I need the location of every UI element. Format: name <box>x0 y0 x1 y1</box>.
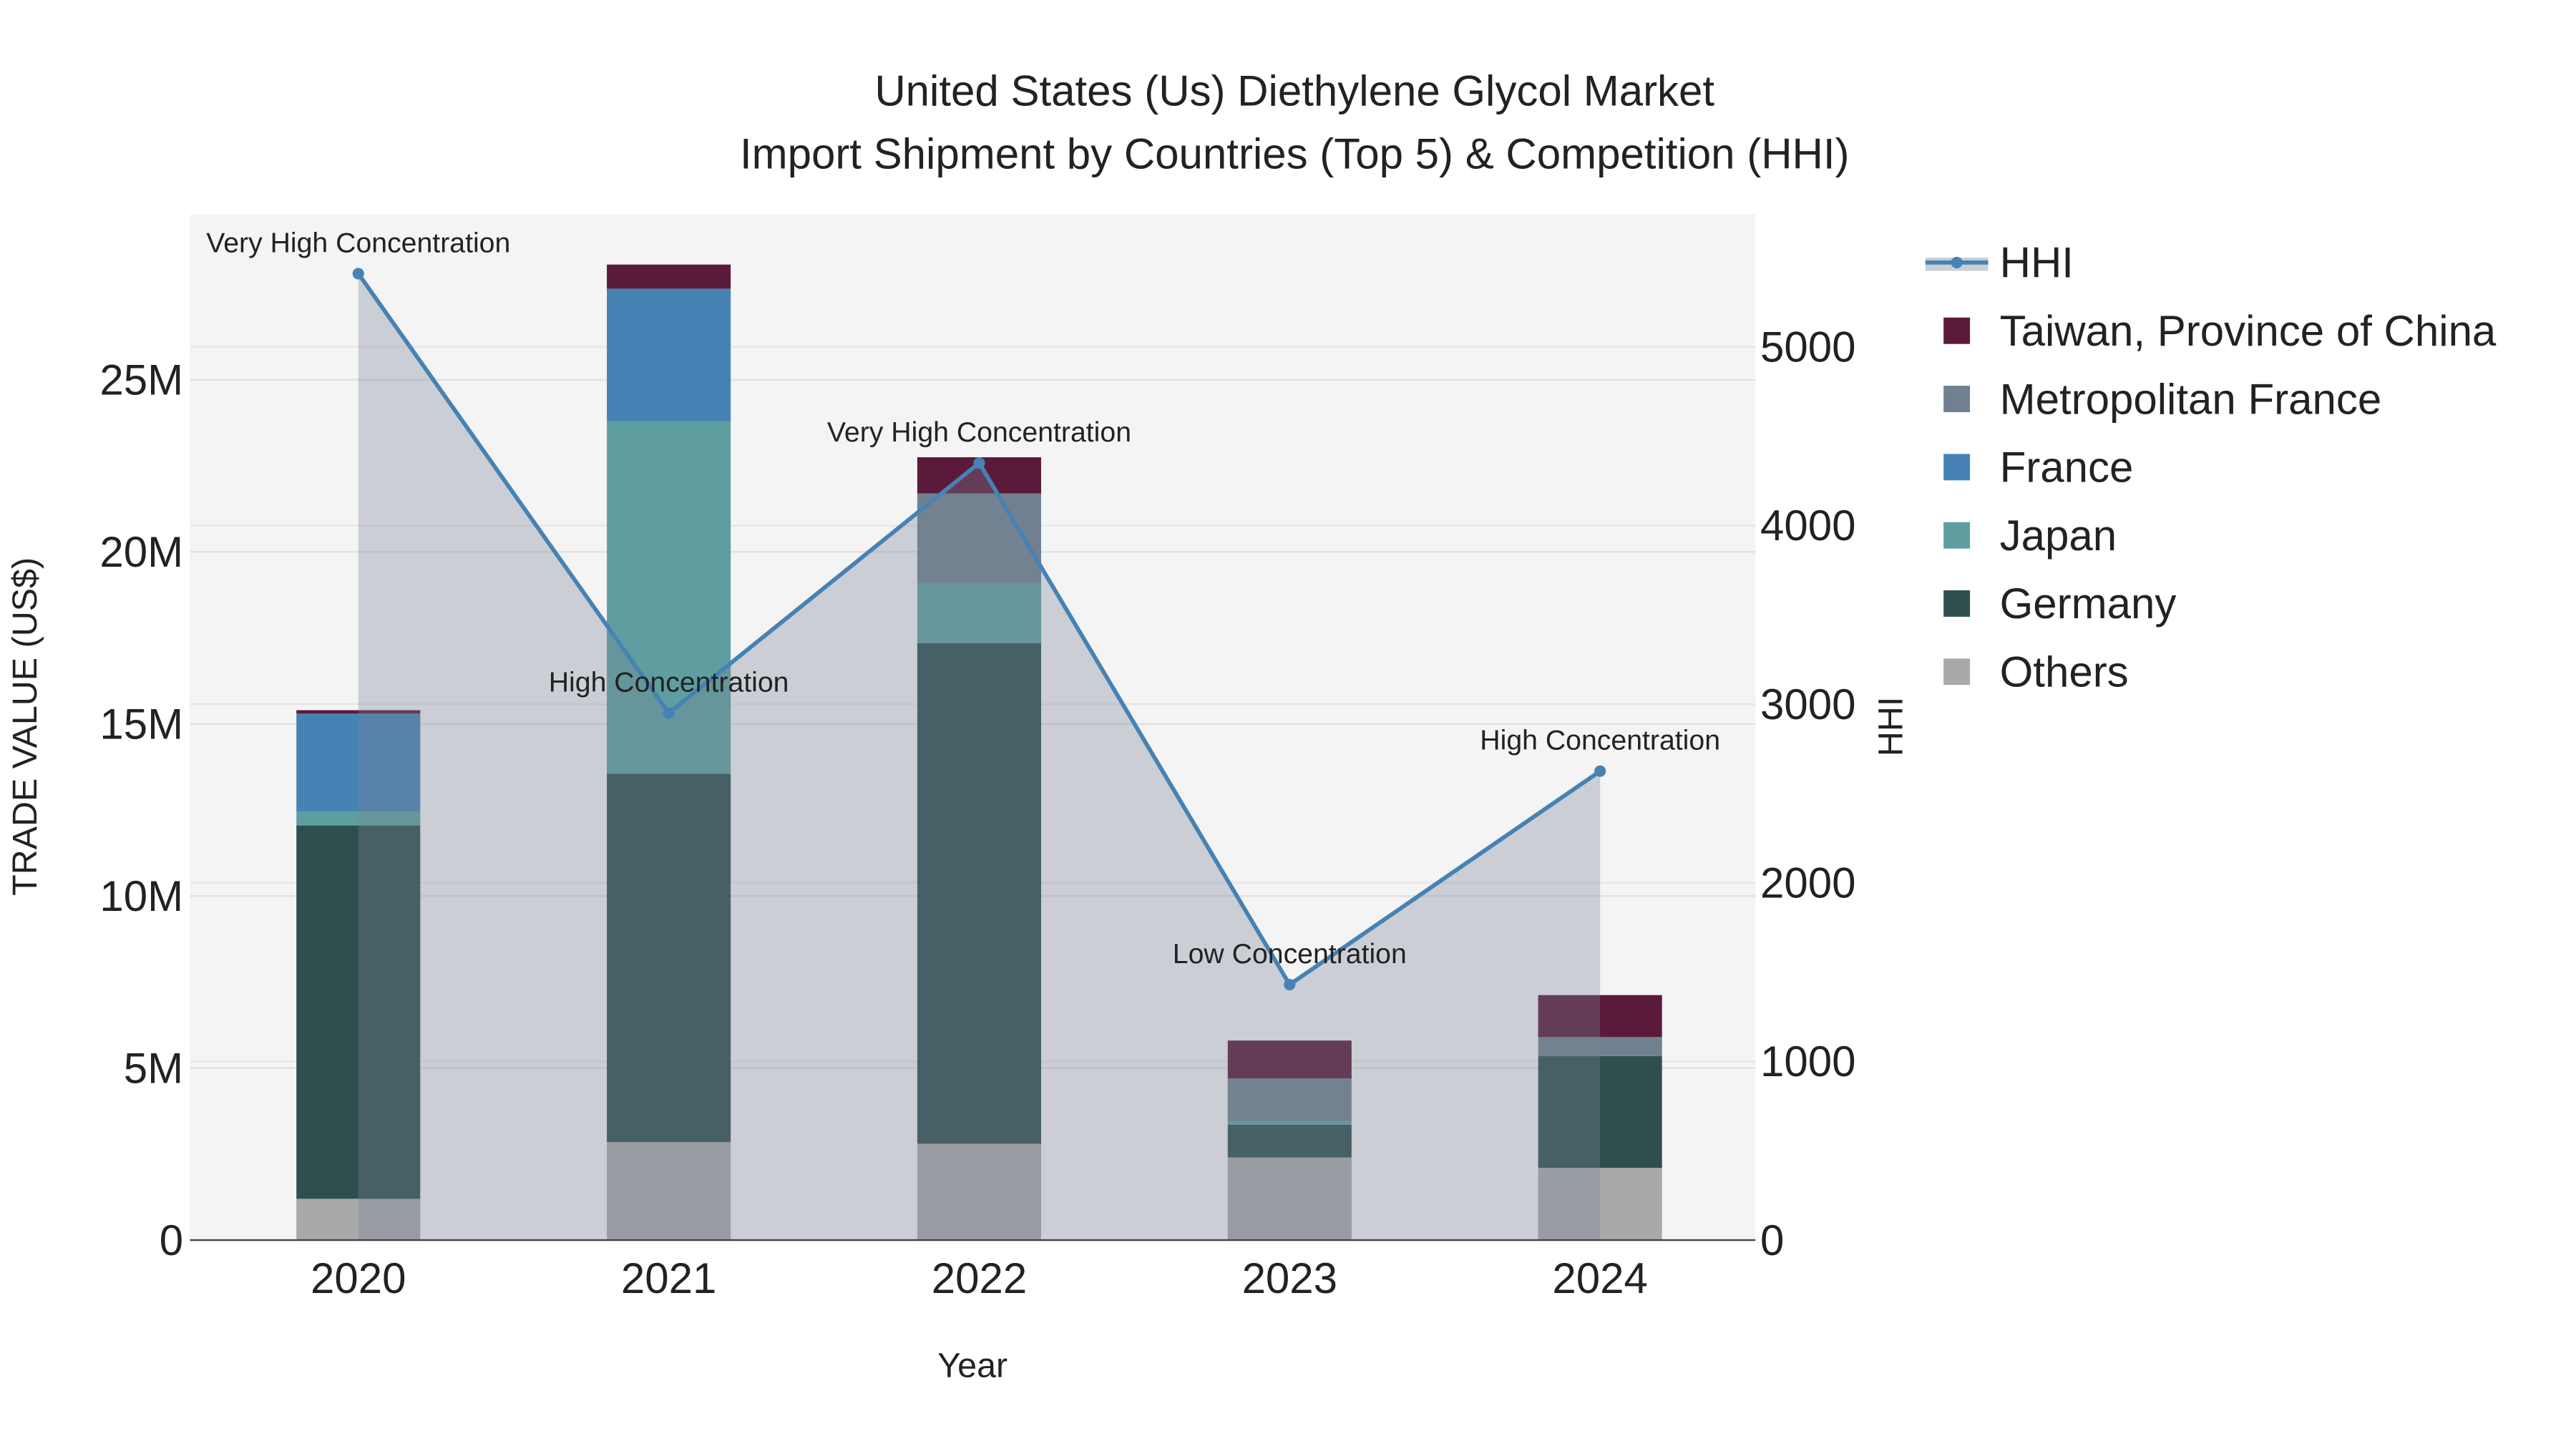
legend-swatch <box>1943 658 1971 686</box>
y-tick-label: 0 <box>160 1216 183 1264</box>
legend-swatch <box>1943 590 1971 617</box>
legend-item-hhi[interactable]: HHI <box>1925 239 2074 287</box>
legend-swatch <box>1943 522 1971 549</box>
hhi-point-2023 <box>1284 978 1296 991</box>
chart: Very High Concentration High Concentratio… <box>6 67 2497 1385</box>
y2-tick-label: 1000 <box>1760 1038 1855 1085</box>
hhi-annotation: High Concentration <box>1480 725 1720 756</box>
chart-subtitle: Import Shipment by Countries (Top 5) & C… <box>740 130 1850 177</box>
hhi-annotation: Low Concentration <box>1173 938 1407 970</box>
legend-item-france[interactable]: France <box>1943 444 2133 492</box>
chart-title: United States (Us) Diethylene Glycol Mar… <box>874 67 1714 115</box>
y-tick-label: 20M <box>99 528 183 576</box>
legend-item-germany[interactable]: Germany <box>1943 580 2176 628</box>
y-tick-label: 15M <box>99 700 183 748</box>
legend-label: Germany <box>2000 580 2177 628</box>
hhi-point-2024 <box>1594 765 1606 777</box>
legend-item-others[interactable]: Others <box>1943 648 2129 696</box>
legend-item-japan[interactable]: Japan <box>1943 512 2117 560</box>
bar-taiwan-province-of-china-2021 <box>607 264 731 289</box>
y-tick-label: 5M <box>124 1044 183 1092</box>
y-tick-label: 10M <box>99 872 183 920</box>
y2-axis-title: HHI <box>1871 697 1910 756</box>
legend-label: France <box>2000 444 2134 492</box>
y2-tick-label: 2000 <box>1760 859 1855 907</box>
hhi-annotation: High Concentration <box>549 667 789 698</box>
legend: HHI Taiwan, Province of China Metropolitan… <box>1925 239 2497 696</box>
legend-swatch <box>1943 454 1971 481</box>
hhi-point-2020 <box>352 268 364 280</box>
legend-item-metropolitan-france[interactable]: Metropolitan France <box>1943 375 2381 423</box>
legend-label: Japan <box>2000 512 2117 560</box>
hhi-annotation: Very High Concentration <box>206 227 510 258</box>
legend-item-taiwan-province-of-china[interactable]: Taiwan, Province of China <box>1943 307 2497 355</box>
x-axis-title: Year <box>937 1347 1008 1385</box>
hhi-point-2022 <box>973 457 985 469</box>
legend-swatch <box>1943 386 1971 412</box>
y2-tick-label: 0 <box>1760 1216 1784 1264</box>
y2-tick-label: 3000 <box>1760 680 1855 728</box>
hhi-annotation: Very High Concentration <box>827 416 1131 448</box>
bar-france-2021 <box>607 288 731 421</box>
x-tick-label: 2021 <box>621 1254 716 1302</box>
y2-tick-label: 5000 <box>1760 323 1855 371</box>
x-tick-label: 2020 <box>311 1254 406 1302</box>
y2-tick-label: 4000 <box>1760 502 1855 550</box>
legend-marker <box>1951 256 1963 268</box>
legend-label: HHI <box>2000 239 2074 287</box>
x-tick-label: 2024 <box>1552 1254 1647 1302</box>
y-tick-label: 25M <box>99 356 183 404</box>
legend-label: Taiwan, Province of China <box>2000 307 2497 355</box>
y-axis-title: TRADE VALUE (US$) <box>6 557 44 896</box>
legend-swatch <box>1943 317 1971 344</box>
x-tick-label: 2023 <box>1242 1254 1337 1302</box>
legend-label: Metropolitan France <box>2000 375 2382 423</box>
legend-label: Others <box>2000 648 2129 696</box>
x-tick-label: 2022 <box>932 1254 1027 1302</box>
hhi-point-2021 <box>663 707 675 719</box>
